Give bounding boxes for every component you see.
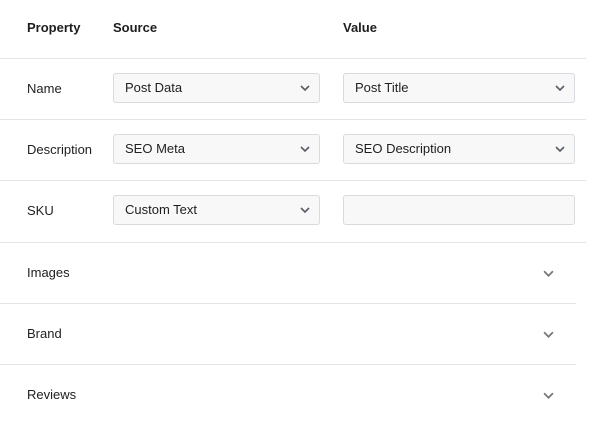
chevron-down-icon xyxy=(300,146,310,153)
select-value: Custom Text xyxy=(125,202,198,217)
row-label: Description xyxy=(27,142,93,157)
collapsible-row-reviews[interactable]: Reviews xyxy=(0,365,576,425)
select-value: Post Title xyxy=(355,80,409,95)
row-label: SKU xyxy=(27,203,54,218)
table-row-description: Description SEO Meta SEO Description xyxy=(0,120,586,181)
chevron-down-icon xyxy=(543,392,554,399)
select-value: Post Data xyxy=(125,80,183,95)
select-value: SEO Meta xyxy=(125,141,185,156)
chevron-down-icon xyxy=(555,85,565,92)
chevron-down-icon xyxy=(300,85,310,92)
row-label: Name xyxy=(27,81,62,96)
description-source-select[interactable]: SEO Meta xyxy=(113,134,320,164)
row-label: Reviews xyxy=(27,387,77,402)
chevron-down-icon xyxy=(555,146,565,153)
row-label: Images xyxy=(27,265,70,280)
header-source: Source xyxy=(113,20,158,35)
chevron-down-icon xyxy=(543,331,554,338)
description-value-select[interactable]: SEO Description xyxy=(343,134,575,164)
collapsible-row-brand[interactable]: Brand xyxy=(0,304,576,365)
sku-custom-text-input[interactable] xyxy=(343,195,575,225)
table-row-name: Name Post Data Post Title xyxy=(0,59,586,120)
chevron-down-icon xyxy=(543,270,554,277)
table-row-sku: SKU Custom Text xyxy=(0,181,586,243)
header-property: Property xyxy=(27,20,81,35)
name-source-select[interactable]: Post Data xyxy=(113,73,320,103)
schema-properties-table: Property Source Value Name Post Data Pos… xyxy=(0,0,586,425)
row-label: Brand xyxy=(27,326,62,341)
header-value: Value xyxy=(343,20,377,35)
table-header: Property Source Value xyxy=(0,0,586,59)
chevron-down-icon xyxy=(300,207,310,214)
name-value-select[interactable]: Post Title xyxy=(343,73,575,103)
collapsible-row-images[interactable]: Images xyxy=(0,243,576,304)
sku-source-select[interactable]: Custom Text xyxy=(113,195,320,225)
select-value: SEO Description xyxy=(355,141,452,156)
